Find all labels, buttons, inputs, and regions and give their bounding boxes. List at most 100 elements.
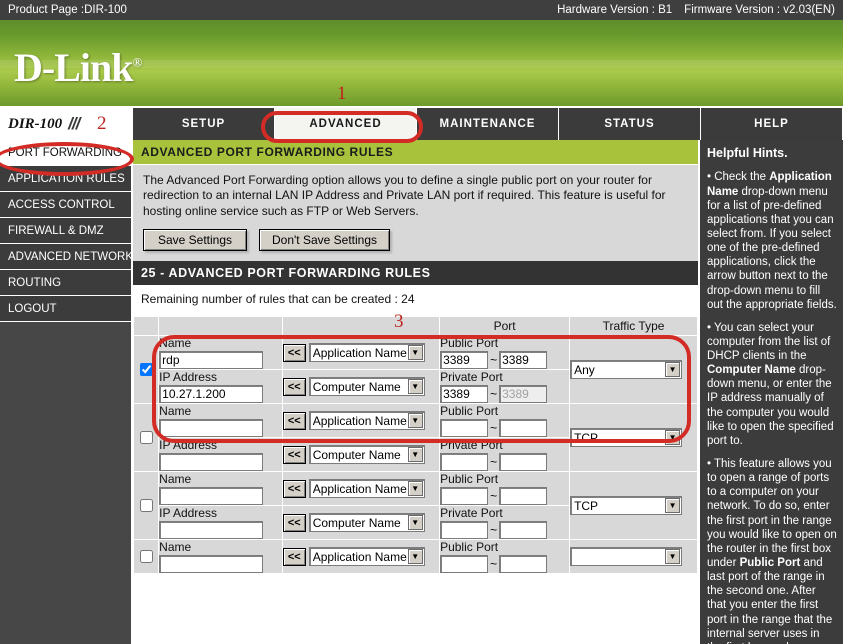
traffic-type-cell: ▼ — [569, 539, 698, 575]
rule-ip-cell: IP Address — [158, 505, 283, 541]
public-port-end-input[interactable] — [499, 351, 548, 370]
apply-computer-name-button[interactable]: << — [282, 445, 306, 464]
computer-name-select[interactable]: Computer Name ▼ — [308, 377, 425, 397]
ip-address-label: IP Address — [159, 370, 217, 385]
rule-name-input[interactable] — [159, 419, 264, 438]
chevron-down-icon: ▼ — [407, 379, 423, 395]
rule-name-input[interactable] — [159, 555, 264, 574]
save-settings-button[interactable]: Save Settings — [143, 229, 247, 252]
public-port-end-input[interactable] — [499, 419, 548, 438]
application-name-cell: << Application Name ▼ — [281, 403, 441, 439]
traffic-type-cell: TCP ▼ — [569, 403, 698, 473]
sidebar-item-application-rules[interactable]: APPLICATION RULES — [0, 166, 131, 192]
chevron-down-icon: ▼ — [407, 413, 423, 429]
public-port-start-input[interactable] — [440, 351, 489, 370]
traffic-type-select[interactable]: ▼ — [570, 547, 683, 567]
rule-enable-checkbox[interactable] — [140, 499, 154, 513]
rule-enable-cell — [132, 539, 160, 575]
name-label: Name — [159, 336, 192, 351]
tab-status[interactable]: STATUS — [559, 108, 701, 140]
chevron-down-icon: ▼ — [665, 430, 681, 446]
traffic-type-value: Any — [574, 362, 595, 377]
rule-enable-checkbox[interactable] — [140, 431, 154, 445]
public-port-start-input[interactable] — [440, 555, 489, 574]
public-port-start-input[interactable] — [440, 419, 489, 438]
public-port-label: Public Port — [440, 540, 499, 555]
computer-name-select[interactable]: Computer Name ▼ — [308, 513, 425, 533]
traffic-type-select[interactable]: Any ▼ — [570, 360, 683, 380]
tab-help[interactable]: HELP — [701, 108, 843, 140]
helpful-hints-panel: Helpful Hints. • Check the Application N… — [700, 140, 843, 644]
apply-computer-name-button[interactable]: << — [282, 377, 306, 396]
private-port-end-input[interactable] — [499, 521, 548, 540]
slash-decoration-icon: /// — [68, 114, 80, 133]
rule-ip-input[interactable] — [159, 453, 264, 472]
rule-enable-checkbox[interactable] — [140, 550, 154, 564]
sidebar-item-advanced-network[interactable]: ADVANCED NETWORK — [0, 244, 133, 270]
application-name-select[interactable]: Application Name ▼ — [308, 479, 425, 499]
private-port-end-input[interactable] — [499, 385, 548, 404]
chevron-down-icon: ▼ — [407, 515, 423, 531]
rule-enable-cell — [132, 335, 160, 405]
traffic-type-select[interactable]: TCP ▼ — [570, 496, 683, 516]
public-port-label: Public Port — [440, 336, 499, 351]
application-name-select[interactable]: Application Name ▼ — [308, 411, 425, 431]
application-name-value: Application Name — [312, 481, 407, 496]
public-port-cell: Public Port ~ — [439, 471, 571, 507]
annotation-number-1: 1 — [337, 83, 347, 104]
chevron-down-icon: ▼ — [665, 362, 681, 378]
rule-name-input[interactable] — [159, 351, 264, 370]
hint-paragraph-3: • This feature allows you to open a rang… — [707, 458, 837, 644]
rule-ip-cell: IP Address — [158, 369, 283, 405]
tab-setup[interactable]: SETUP — [133, 108, 275, 140]
application-name-cell: << Application Name ▼ — [281, 539, 441, 575]
private-port-cell: Private Port ~ — [439, 437, 571, 473]
computer-name-value: Computer Name — [312, 379, 401, 394]
rule-enable-checkbox[interactable] — [140, 363, 154, 377]
private-port-start-input[interactable] — [440, 521, 489, 540]
name-label: Name — [159, 404, 192, 419]
public-port-start-input[interactable] — [440, 487, 489, 506]
dont-save-settings-button[interactable]: Don't Save Settings — [259, 229, 391, 252]
traffic-type-select[interactable]: TCP ▼ — [570, 428, 683, 448]
table-row: Name << Application Name ▼ Pu — [132, 335, 698, 405]
apply-application-name-button[interactable]: << — [282, 343, 306, 362]
sidebar-item-firewall-dmz[interactable]: FIREWALL & DMZ — [0, 218, 131, 244]
apply-application-name-button[interactable]: << — [282, 547, 306, 566]
private-port-start-input[interactable] — [440, 453, 489, 472]
application-name-select[interactable]: Application Name ▼ — [308, 343, 425, 363]
computer-name-select[interactable]: Computer Name ▼ — [308, 445, 425, 465]
sidebar-item-access-control[interactable]: ACCESS CONTROL — [0, 192, 131, 218]
model-label: DIR-100 — [8, 115, 63, 132]
apply-computer-name-button[interactable]: << — [282, 513, 306, 532]
sidebar-item-port-forwarding[interactable]: PORT FORWARDING — [0, 140, 131, 166]
private-port-end-input[interactable] — [499, 453, 548, 472]
private-port-cell: Private Port ~ — [439, 505, 571, 541]
chevron-down-icon: ▼ — [665, 549, 681, 565]
application-name-cell: << Application Name ▼ — [281, 335, 441, 371]
application-name-select[interactable]: Application Name ▼ — [308, 547, 425, 567]
sidebar: PORT FORWARDING APPLICATION RULES ACCESS… — [0, 140, 133, 644]
rule-ip-input[interactable] — [159, 385, 264, 404]
private-port-start-input[interactable] — [440, 385, 489, 404]
apply-application-name-button[interactable]: << — [282, 479, 306, 498]
application-name-value: Application Name — [312, 345, 407, 360]
tab-advanced[interactable]: ADVANCED — [275, 108, 417, 140]
rule-ip-input[interactable] — [159, 521, 264, 540]
sidebar-item-logout[interactable]: LOGOUT — [0, 296, 131, 322]
model-cell: DIR-100 /// — [0, 108, 133, 140]
table-row: Name << Application Name ▼ Pu — [132, 403, 698, 473]
public-port-end-input[interactable] — [499, 487, 548, 506]
hint-paragraph-2: • You can select your computer from the … — [707, 321, 834, 447]
public-port-end-input[interactable] — [499, 555, 548, 574]
hint-paragraph-1: • Check the Application Name drop-down m… — [707, 171, 837, 311]
rule-name-input[interactable] — [159, 487, 264, 506]
chevron-down-icon: ▼ — [407, 481, 423, 497]
remaining-rules-label: Remaining number of rules that can be cr… — [141, 292, 398, 307]
tab-maintenance[interactable]: MAINTENANCE — [417, 108, 559, 140]
port-range-separator: ~ — [490, 523, 498, 538]
sidebar-item-routing[interactable]: ROUTING — [0, 270, 131, 296]
description-text: The Advanced Port Forwarding option allo… — [143, 173, 666, 218]
hints-title: Helpful Hints. — [707, 146, 788, 160]
apply-application-name-button[interactable]: << — [282, 411, 306, 430]
